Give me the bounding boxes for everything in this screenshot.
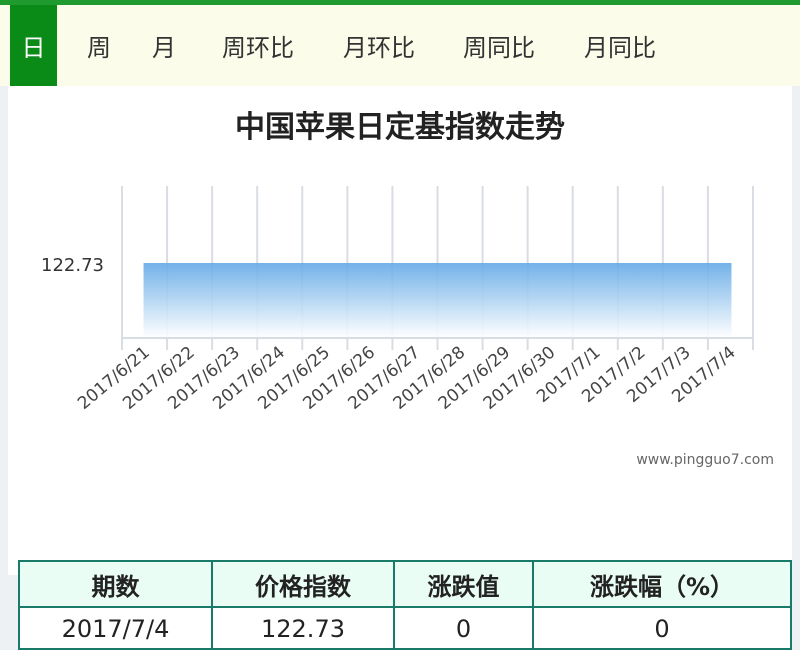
y-tick-label: 122.73	[41, 255, 104, 276]
cell-price-index: 122.73	[213, 608, 395, 650]
tab-month[interactable]: 月	[140, 5, 188, 86]
site-watermark: www.pingguo7.com	[636, 452, 774, 468]
index-trend-chart: 122.732017/6/212017/6/222017/6/232017/6/…	[8, 86, 792, 575]
cell-change-value: 0	[395, 608, 534, 650]
chart-card: 中国苹果日定基指数走势 122.732017/6/212017/6/222017…	[8, 86, 792, 575]
tab-week-on-week[interactable]: 周环比	[205, 5, 311, 86]
tab-week[interactable]: 周	[75, 5, 123, 86]
header-period: 期数	[20, 562, 213, 606]
tab-week-year-on-year[interactable]: 周同比	[446, 5, 552, 86]
table-header-row: 期数 价格指数 涨跌值 涨跌幅（%）	[20, 562, 790, 608]
tab-month-on-month[interactable]: 月环比	[326, 5, 432, 86]
cell-change-percent: 0	[534, 608, 790, 650]
index-table: 期数 价格指数 涨跌值 涨跌幅（%） 2017/7/4 122.73 0 0	[18, 560, 792, 650]
cell-period: 2017/7/4	[20, 608, 213, 650]
table-row: 2017/7/4 122.73 0 0	[20, 608, 790, 650]
tab-day[interactable]: 日	[10, 5, 57, 86]
period-tab-bar: 日 周 月 周环比 月环比 周同比 月同比	[0, 0, 800, 86]
tab-month-year-on-year[interactable]: 月同比	[567, 5, 673, 86]
header-change-value: 涨跌值	[395, 562, 534, 606]
series-area	[144, 263, 732, 338]
header-price-index: 价格指数	[213, 562, 395, 606]
header-change-percent: 涨跌幅（%）	[534, 562, 790, 606]
